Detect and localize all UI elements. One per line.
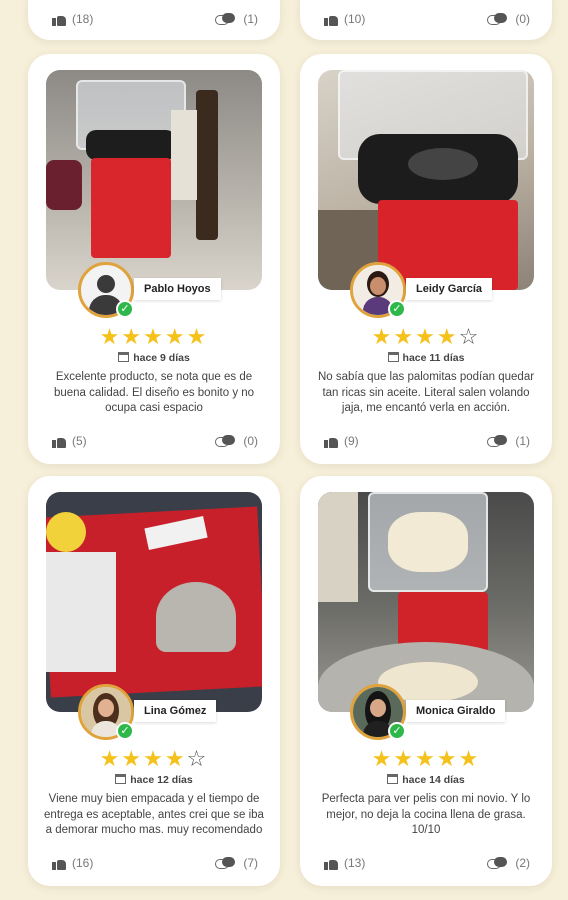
- comment-count: (1): [515, 434, 530, 448]
- comment-button[interactable]: (7): [215, 856, 258, 870]
- card-footer: (5) (0): [52, 434, 258, 454]
- comment-count: (0): [243, 434, 258, 448]
- review-text: No sabía que las palomitas podían quedar…: [317, 371, 535, 414]
- thumbs-up-icon: [324, 435, 338, 448]
- like-button[interactable]: (10): [324, 12, 365, 26]
- star-icon: ★: [415, 324, 437, 349]
- card-footer: (10) (0): [324, 12, 530, 32]
- star-icon: ☆: [186, 746, 209, 771]
- verified-check-icon: ✓: [388, 722, 406, 740]
- star-icon: ★: [436, 324, 459, 349]
- comment-count: (0): [515, 12, 530, 26]
- star-icon: ★: [186, 324, 209, 349]
- review-card-partial: (10) (0): [300, 0, 552, 40]
- star-icon: ★: [121, 324, 144, 349]
- like-count: (18): [72, 12, 94, 26]
- star-rating: ★★★★☆: [300, 326, 552, 348]
- comment-button[interactable]: (1): [215, 12, 258, 26]
- reviewer-name: Lina Gómez: [134, 700, 217, 722]
- review-text: Perfecta para ver pelis con mi novio. Y …: [321, 793, 531, 836]
- thumbs-up-icon: [324, 857, 338, 870]
- star-icon: ★: [164, 324, 187, 349]
- card-footer: (9) (1): [324, 434, 530, 454]
- comment-icon: [215, 434, 236, 448]
- like-button[interactable]: (16): [52, 856, 93, 870]
- review-photo[interactable]: [318, 70, 534, 290]
- review-card: ✓ Leidy García ★★★★☆ hace 11 días No sab…: [300, 54, 552, 464]
- verified-check-icon: ✓: [116, 722, 134, 740]
- like-button[interactable]: (18): [52, 12, 93, 26]
- review-date: hace 14 días: [300, 774, 552, 786]
- comment-count: (7): [243, 856, 258, 870]
- card-footer: (16) (7): [52, 856, 258, 876]
- comment-button[interactable]: (1): [487, 434, 530, 448]
- star-rating: ★★★★★: [300, 748, 552, 770]
- comment-icon: [487, 12, 508, 26]
- card-footer: (18) (1): [52, 12, 258, 32]
- thumbs-up-icon: [324, 13, 338, 26]
- review-card: ✓ Lina Gómez ★★★★☆ hace 12 días Viene mu…: [28, 476, 280, 886]
- like-button[interactable]: (13): [324, 856, 365, 870]
- review-date: hace 12 días: [28, 774, 280, 786]
- star-icon: ★: [393, 324, 416, 349]
- review-card-partial: (18) (1): [28, 0, 280, 40]
- reviewer-name: Pablo Hoyos: [134, 278, 221, 300]
- like-count: (13): [344, 856, 366, 870]
- review-card: ✓ Monica Giraldo ★★★★★ hace 14 días Perf…: [300, 476, 552, 886]
- star-icon: ★: [393, 746, 416, 771]
- star-icon: ★: [458, 746, 481, 771]
- star-icon: ★: [143, 324, 165, 349]
- review-text: Excelente producto, se nota que es de bu…: [53, 371, 255, 414]
- like-count: (9): [344, 434, 359, 448]
- star-icon: ★: [99, 324, 122, 349]
- like-count: (5): [72, 434, 87, 448]
- comment-icon: [487, 856, 508, 870]
- star-icon: ★: [371, 324, 394, 349]
- star-icon: ★: [121, 746, 144, 771]
- star-icon: ★: [436, 746, 459, 771]
- verified-check-icon: ✓: [116, 300, 134, 318]
- star-rating: ★★★★★: [28, 326, 280, 348]
- thumbs-up-icon: [52, 435, 66, 448]
- like-button[interactable]: (5): [52, 434, 87, 448]
- review-text: Viene muy bien empacada y el tiempo de e…: [44, 793, 264, 836]
- reviewer-name: Monica Giraldo: [406, 700, 506, 722]
- calendar-icon: [115, 774, 127, 784]
- calendar-icon: [387, 774, 399, 784]
- calendar-icon: [387, 352, 399, 362]
- comment-button[interactable]: (0): [215, 434, 258, 448]
- star-icon: ★: [164, 746, 187, 771]
- like-button[interactable]: (9): [324, 434, 359, 448]
- review-photo[interactable]: [46, 70, 262, 290]
- star-icon: ☆: [458, 324, 481, 349]
- verified-check-icon: ✓: [388, 300, 406, 318]
- comment-button[interactable]: (0): [487, 12, 530, 26]
- reviewer-name: Leidy García: [406, 278, 493, 300]
- comment-icon: [215, 856, 236, 870]
- star-rating: ★★★★☆: [28, 748, 280, 770]
- comment-icon: [487, 434, 508, 448]
- thumbs-up-icon: [52, 857, 66, 870]
- review-date: hace 11 días: [300, 352, 552, 364]
- review-photo[interactable]: [318, 492, 534, 712]
- like-count: (16): [72, 856, 94, 870]
- comment-button[interactable]: (2): [487, 856, 530, 870]
- comment-count: (2): [515, 856, 530, 870]
- review-photo[interactable]: [46, 492, 262, 712]
- star-icon: ★: [143, 746, 165, 771]
- card-footer: (13) (2): [324, 856, 530, 876]
- review-card: ✓ Pablo Hoyos ★★★★★ hace 9 días Excelent…: [28, 54, 280, 464]
- calendar-icon: [118, 352, 130, 362]
- comment-count: (1): [243, 12, 258, 26]
- star-icon: ★: [415, 746, 437, 771]
- star-icon: ★: [99, 746, 122, 771]
- star-icon: ★: [371, 746, 394, 771]
- comment-icon: [215, 12, 236, 26]
- like-count: (10): [344, 12, 366, 26]
- thumbs-up-icon: [52, 13, 66, 26]
- review-date: hace 9 días: [28, 352, 280, 364]
